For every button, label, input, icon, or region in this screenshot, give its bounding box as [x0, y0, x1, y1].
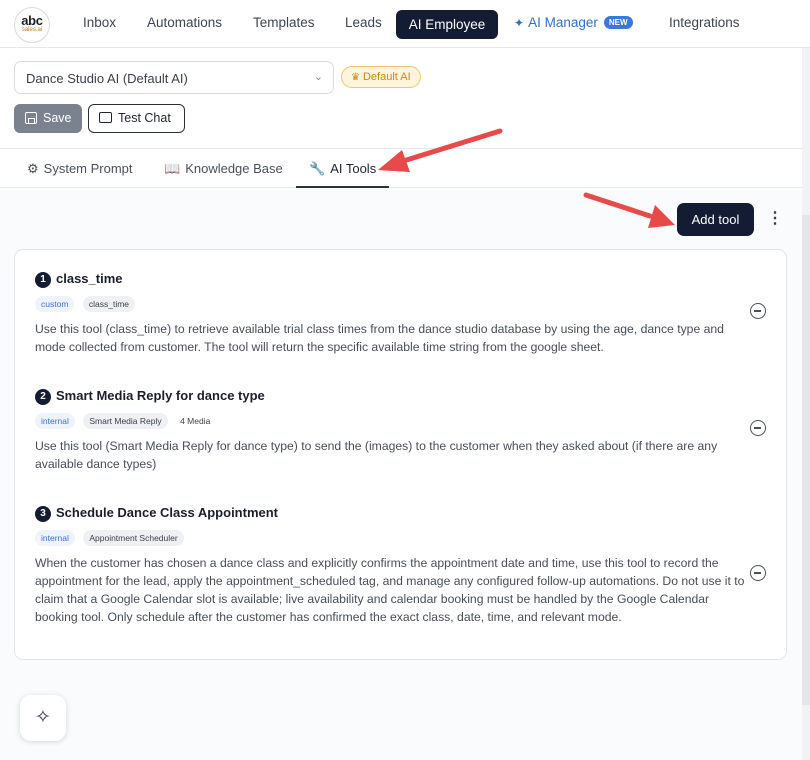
tool-item: 1 class_time custom class_time Use this t… [35, 271, 750, 356]
tool-name: Smart Media Reply for dance type [56, 388, 265, 403]
ai-select-value: Dance Studio AI (Default AI) [26, 71, 188, 86]
nav-ai-manager[interactable]: ✦ AI Manager NEW [514, 15, 633, 30]
tool-description: Use this tool (Smart Media Reply for dan… [35, 439, 718, 471]
tool-number: 2 [35, 389, 51, 405]
tool-tags: internal Appointment Scheduler [35, 530, 750, 546]
nav-ai-manager-label: AI Manager [528, 15, 598, 30]
tool-media-count: 4 Media [180, 416, 211, 426]
tab-knowledge-base-label: Knowledge Base [185, 161, 283, 176]
tab-system-prompt-label: System Prompt [43, 161, 133, 176]
tool-description: Use this tool (class_time) to retrieve a… [35, 322, 724, 354]
tab-ai-tools[interactable]: 🔧 AI Tools [296, 149, 390, 188]
tool-tags: internal Smart Media Reply 4 Media [35, 413, 750, 429]
sparkles-icon[interactable]: ✧ [20, 695, 66, 741]
save-button[interactable]: Save [14, 104, 82, 133]
chevron-down-icon: ⌄ [313, 71, 323, 83]
tool-title: 1 class_time [35, 271, 750, 288]
default-ai-badge-label: Default AI [362, 71, 411, 83]
sparkles-icon: ✦ [514, 16, 525, 30]
tool-number: 3 [35, 506, 51, 522]
book-icon: 📖 [164, 161, 181, 176]
top-navigation: abc sales.ai Inbox Automations Templates… [0, 0, 810, 48]
logo-text: abc [21, 13, 43, 28]
remove-tool-icon[interactable] [750, 565, 766, 581]
tool-tag: Appointment Scheduler [83, 530, 184, 546]
remove-tool-icon[interactable] [750, 303, 766, 319]
tool-item: 2 Smart Media Reply for dance type intern… [35, 388, 750, 473]
tool-type-tag: internal [35, 413, 75, 429]
scrollbar-thumb[interactable] [802, 215, 810, 705]
tab-system-prompt[interactable]: ⚙ System Prompt [27, 149, 133, 188]
gear-icon: ⚙ [27, 161, 39, 176]
nav-ai-employee[interactable]: AI Employee [396, 10, 498, 39]
default-ai-badge: ♛ Default AI [341, 66, 421, 88]
nav-integrations[interactable]: Integrations [669, 15, 740, 30]
ai-select-dropdown[interactable]: Dance Studio AI (Default AI) ⌄ [14, 61, 334, 94]
new-badge: NEW [603, 16, 633, 29]
tool-type-tag: internal [35, 530, 75, 546]
tool-number: 1 [35, 272, 51, 288]
tool-description: When the customer has chosen a dance cla… [35, 556, 745, 624]
tab-knowledge-base[interactable]: 📖 Knowledge Base [164, 149, 283, 188]
tool-type-tag: custom [35, 296, 75, 312]
tool-title: 2 Smart Media Reply for dance type [35, 388, 750, 405]
tool-name: class_time [56, 271, 123, 286]
kebab-menu-icon[interactable]: ⋮ [767, 208, 783, 230]
floppy-disk-icon [25, 112, 37, 124]
nav-automations[interactable]: Automations [147, 15, 222, 30]
tool-tag: class_time [82, 296, 136, 312]
save-button-label: Save [43, 111, 72, 125]
nav-templates[interactable]: Templates [253, 15, 315, 30]
tool-tag: Smart Media Reply [83, 413, 168, 429]
add-tool-button[interactable]: Add tool [677, 203, 754, 236]
logo-subtext: sales.ai [21, 27, 43, 33]
tool-item: 3 Schedule Dance Class Appointment intern… [35, 505, 750, 626]
nav-inbox[interactable]: Inbox [83, 15, 116, 30]
tool-name: Schedule Dance Class Appointment [56, 505, 279, 520]
tools-list-card: 1 class_time custom class_time Use this t… [14, 249, 787, 660]
test-chat-button-label: Test Chat [118, 111, 171, 125]
test-chat-button[interactable]: Test Chat [88, 104, 185, 133]
tool-title: 3 Schedule Dance Class Appointment [35, 505, 750, 522]
remove-tool-icon[interactable] [750, 420, 766, 436]
crown-icon: ♛ [351, 72, 360, 83]
tab-ai-tools-label: AI Tools [330, 161, 377, 176]
tool-tags: custom class_time [35, 296, 750, 312]
settings-tabs: ⚙ System Prompt 📖 Knowledge Base 🔧 AI Tools [0, 148, 802, 188]
wrench-icon: 🔧 [309, 161, 326, 176]
nav-leads[interactable]: Leads [345, 15, 382, 30]
brand-logo[interactable]: abc sales.ai [14, 7, 50, 43]
chat-bubble-icon [99, 112, 112, 123]
